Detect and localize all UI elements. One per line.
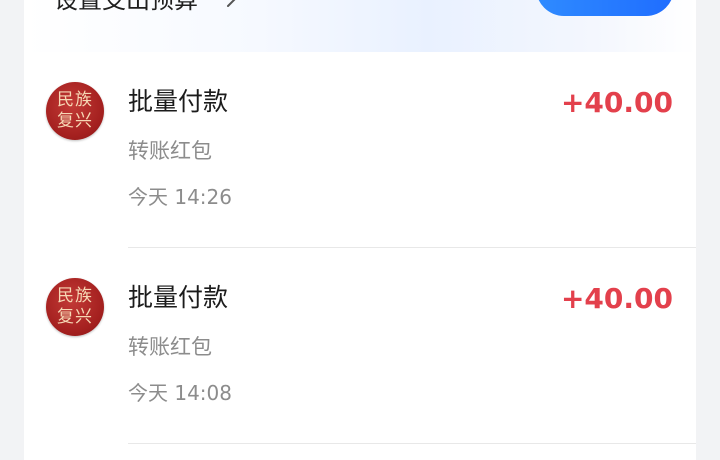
transaction-subtitle: 转账红包	[128, 335, 212, 359]
chevron-right-icon	[227, 0, 236, 7]
transaction-row[interactable]: 民族 复兴 批量付款 +40.00 转账红包 今天 14:26	[24, 52, 696, 248]
budget-action-button[interactable]	[536, 0, 674, 16]
avatar-text-line: 复兴	[57, 111, 93, 131]
transaction-amount: +40.00	[560, 282, 673, 315]
avatar-text: 民族 复兴	[46, 286, 104, 328]
transaction-subtitle: 转账红包	[128, 139, 212, 163]
avatar: 民族 复兴	[46, 82, 104, 140]
transaction-row[interactable]: 民族 复兴 批量付款 +40.00 转账红包 今天 14:08	[24, 248, 696, 444]
transaction-time: 今天 14:08	[128, 381, 232, 405]
avatar-text: 民族 复兴	[46, 90, 104, 132]
transaction-title: 批量付款	[128, 283, 229, 312]
budget-banner[interactable]: 设置支出预算	[24, 0, 696, 52]
transaction-amount: +40.00	[560, 86, 673, 119]
avatar: 民族 复兴	[46, 278, 104, 336]
row-divider	[128, 443, 696, 444]
avatar-text-line: 民族	[57, 90, 93, 110]
bill-list-card: 设置支出预算 民族 复兴 批量付款 +40.00 转账红包 今天 14:26 民…	[24, 0, 696, 460]
transaction-title: 批量付款	[128, 87, 229, 116]
avatar-text-line: 民族	[57, 286, 93, 306]
avatar-text-line: 复兴	[57, 307, 93, 327]
budget-banner-text[interactable]: 设置支出预算	[54, 0, 198, 16]
transaction-time: 今天 14:26	[128, 185, 232, 209]
